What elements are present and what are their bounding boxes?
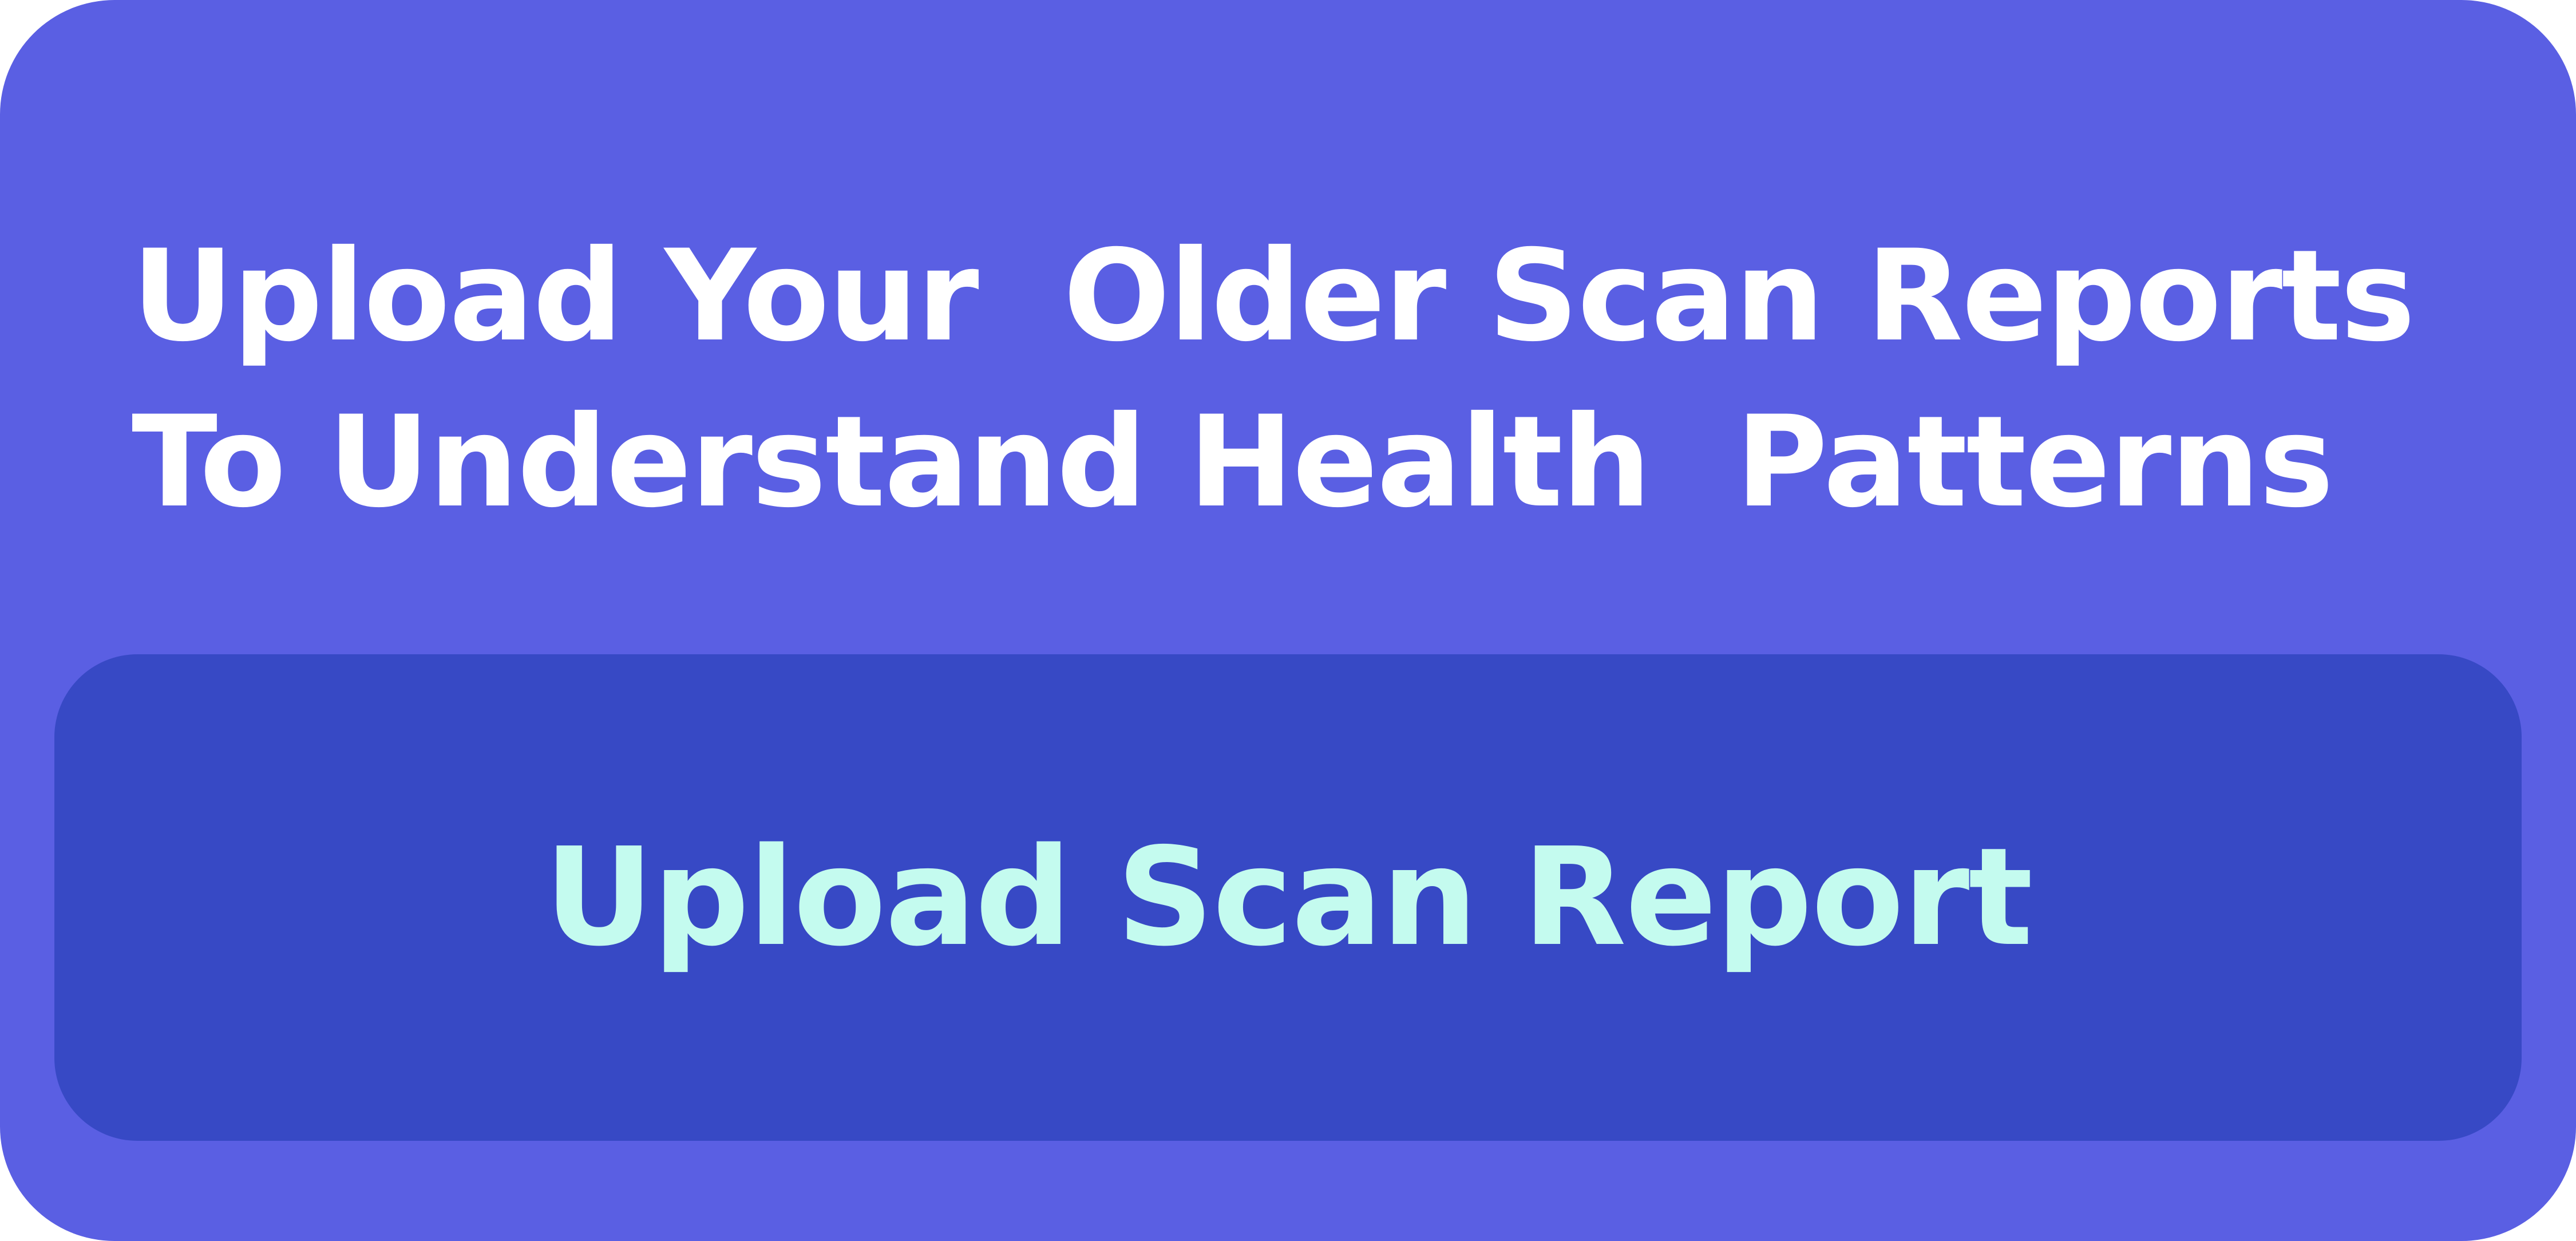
upload-scan-report-label: Upload Scan Report (544, 819, 2033, 976)
upload-scan-card: Upload Your Older Scan Reports To Unders… (0, 0, 2576, 1241)
card-headline: Upload Your Older Scan Reports To Unders… (132, 223, 2457, 535)
upload-scan-report-button[interactable]: Upload Scan Report (54, 654, 2522, 1141)
